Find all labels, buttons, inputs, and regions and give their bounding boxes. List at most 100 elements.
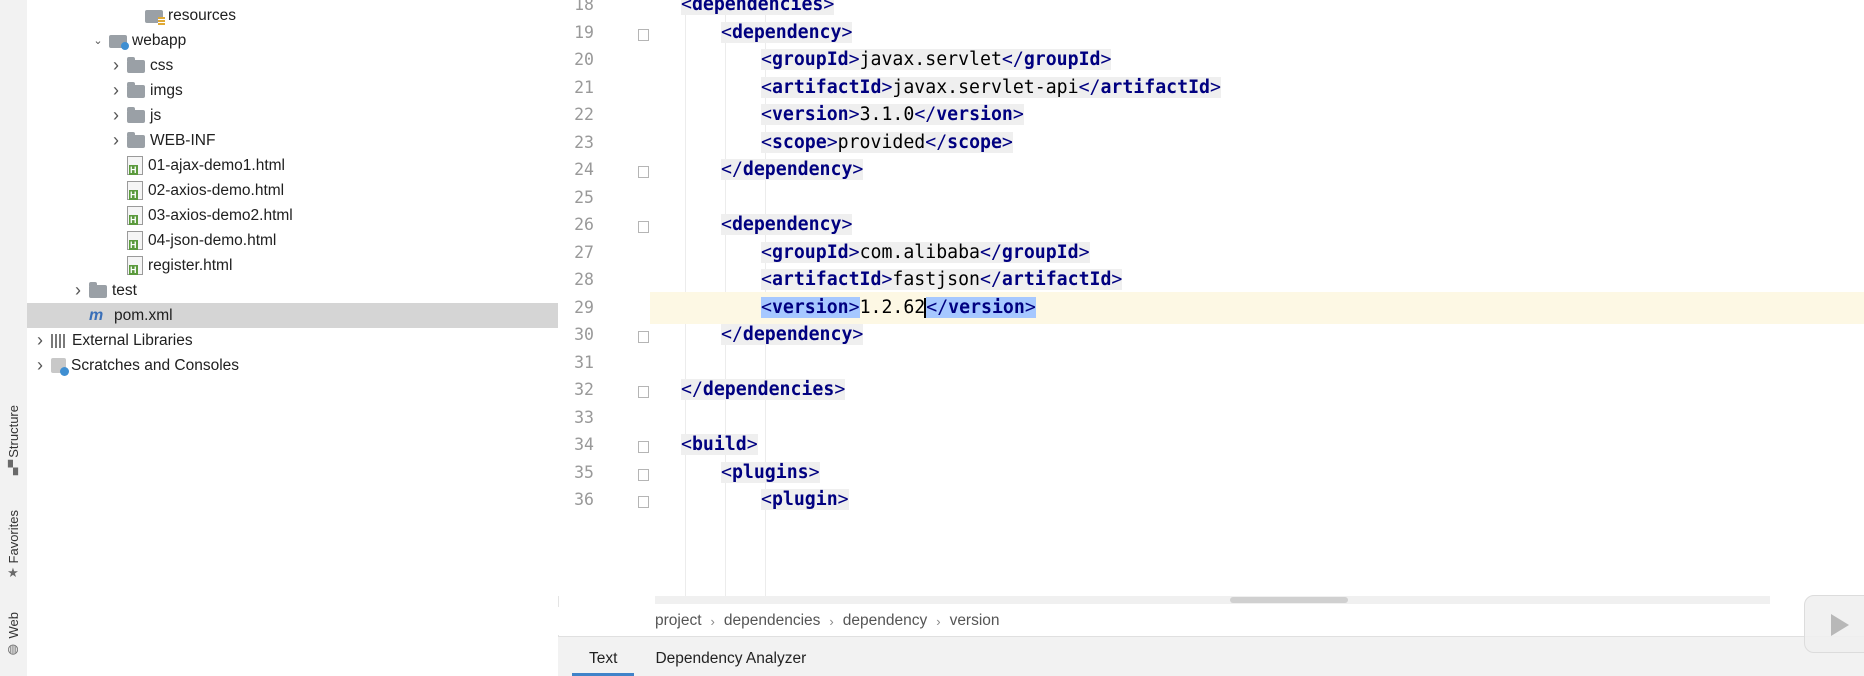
- tree-item[interactable]: › Scratches and Consoles: [27, 353, 558, 378]
- tree-item[interactable]: resources: [27, 3, 558, 28]
- tab-dependency-analyzer[interactable]: Dependency Analyzer: [638, 650, 823, 676]
- fold-marker-icon[interactable]: [638, 441, 649, 453]
- line-number: 20: [574, 50, 594, 69]
- tree-item[interactable]: › test: [27, 278, 558, 303]
- tree-item-label: imgs: [150, 81, 183, 99]
- folder-icon: [127, 132, 145, 148]
- chevron-right-icon: ›: [710, 613, 715, 629]
- fold-marker-icon[interactable]: [638, 468, 649, 481]
- chevron-right-icon: ›: [829, 613, 834, 629]
- line-number: 31: [574, 352, 594, 372]
- breadcrumb-item[interactable]: dependency: [843, 612, 927, 630]
- bracket: <: [721, 461, 732, 483]
- close-tag: </dependency>: [721, 324, 864, 345]
- code-line[interactable]: <plugin>: [650, 484, 1864, 516]
- bracket: >: [881, 269, 893, 290]
- tree-item[interactable]: register.html: [27, 253, 558, 278]
- tree-item[interactable]: › js: [27, 103, 558, 128]
- tree-item-label: webapp: [132, 31, 187, 49]
- bracket: >: [837, 489, 849, 510]
- open-tag: <artifactId>: [761, 269, 893, 290]
- chevron-right-icon[interactable]: ›: [109, 105, 123, 126]
- bracket: >: [823, 0, 835, 15]
- fold-marker-icon[interactable]: [638, 496, 649, 508]
- chevron-right-icon[interactable]: ›: [33, 330, 47, 351]
- tree-item-label: 01-ajax-demo1.html: [148, 156, 285, 174]
- play-icon: [1831, 614, 1849, 636]
- video-play-button[interactable]: [1804, 595, 1864, 653]
- folder-icon: [89, 282, 107, 298]
- tree-item[interactable]: › External Libraries: [27, 328, 558, 353]
- scrollbar-thumb[interactable]: [1230, 597, 1348, 603]
- tag-name: version: [771, 296, 849, 318]
- editor-gutter: 18 19 20 21 22 23 24 25 26 27 28 29 30 31 32 33 34 35 36: [558, 0, 650, 596]
- open-tag: <scope>: [761, 131, 838, 153]
- bracket: >: [848, 104, 860, 125]
- chevron-right-icon[interactable]: ›: [109, 80, 123, 101]
- close-tag: </groupId>: [980, 241, 1090, 263]
- chevron-down-icon[interactable]: ⌄: [91, 34, 105, 47]
- fold-marker-icon[interactable]: [638, 221, 649, 233]
- tag-name: artifactId: [1001, 269, 1112, 290]
- fold-marker-icon[interactable]: [638, 166, 649, 178]
- bracket: >: [1024, 296, 1036, 318]
- bracket: <: [761, 241, 772, 263]
- tree-item-label: 03-axios-demo2.html: [148, 206, 293, 224]
- chevron-right-icon[interactable]: ›: [71, 280, 85, 301]
- open-tag: <dependencies>: [681, 0, 835, 15]
- tag-name: plugins: [731, 461, 809, 483]
- tree-item[interactable]: ⌄ webapp: [27, 28, 558, 53]
- folder-icon: [127, 57, 145, 73]
- chevron-right-icon[interactable]: ›: [109, 55, 123, 76]
- close-tag: </groupId>: [1001, 49, 1112, 70]
- breadcrumb-item[interactable]: version: [950, 612, 1000, 630]
- open-tag: <dependency>: [721, 21, 853, 43]
- open-tag: <groupId>: [761, 241, 860, 263]
- tab-text[interactable]: Text: [572, 650, 635, 676]
- chevron-right-icon[interactable]: ›: [33, 355, 47, 376]
- breadcrumb-item[interactable]: dependencies: [724, 612, 821, 630]
- breadcrumb: project › dependencies › dependency › version: [558, 607, 1864, 635]
- tree-item[interactable]: › css: [27, 53, 558, 78]
- tag-name: build: [691, 434, 747, 455]
- fold-marker-icon[interactable]: [638, 331, 649, 343]
- bracket: </: [926, 296, 949, 318]
- open-tag: <version>: [761, 104, 860, 125]
- structure-tab-label: Structure: [5, 405, 21, 458]
- line-number: 19: [574, 22, 594, 42]
- code-editor[interactable]: 18 19 20 21 22 23 24 25 26 27 28 29 30 31 32 33 34 35 36 <…: [558, 0, 1864, 596]
- fold-marker-icon[interactable]: [638, 28, 649, 41]
- chevron-right-icon[interactable]: ›: [109, 130, 123, 151]
- bracket: </: [914, 104, 937, 125]
- fold-marker-icon[interactable]: [638, 386, 649, 398]
- line-number: 33: [574, 407, 594, 427]
- horizontal-scrollbar[interactable]: [655, 596, 1770, 604]
- libraries-icon: [51, 333, 67, 348]
- tree-item[interactable]: › imgs: [27, 78, 558, 103]
- tree-item[interactable]: › WEB-INF: [27, 128, 558, 153]
- tag-name: scope: [771, 131, 827, 153]
- bracket: <: [761, 104, 772, 125]
- tree-item-label: 04-json-demo.html: [148, 231, 277, 249]
- line-number: 18: [574, 0, 594, 14]
- close-tag: </version>: [914, 104, 1024, 125]
- tag-value: 1.2.62: [859, 296, 926, 318]
- open-tag: <build>: [681, 434, 758, 455]
- tree-item[interactable]: m pom.xml: [27, 303, 558, 328]
- web-tab[interactable]: Web ◍: [2, 612, 24, 657]
- tree-item[interactable]: 01-ajax-demo1.html: [27, 153, 558, 178]
- close-tag: </dependency>: [721, 159, 864, 180]
- tree-item[interactable]: 02-axios-demo.html: [27, 178, 558, 203]
- tree-item[interactable]: 03-axios-demo2.html: [27, 203, 558, 228]
- tree-item[interactable]: 04-json-demo.html: [27, 228, 558, 253]
- bracket: >: [1012, 104, 1024, 125]
- tag-name: artifactId: [771, 269, 882, 290]
- structure-tab[interactable]: Structure ▚: [2, 405, 24, 476]
- favorites-tab[interactable]: Favorites ★: [2, 510, 24, 581]
- tree-item-label: js: [150, 106, 162, 124]
- tag-name: artifactId: [771, 76, 882, 98]
- close-tag: </dependencies>: [681, 379, 846, 400]
- bracket: <: [761, 49, 772, 70]
- tag-name: groupId: [771, 49, 849, 70]
- breadcrumb-item[interactable]: project: [655, 612, 702, 630]
